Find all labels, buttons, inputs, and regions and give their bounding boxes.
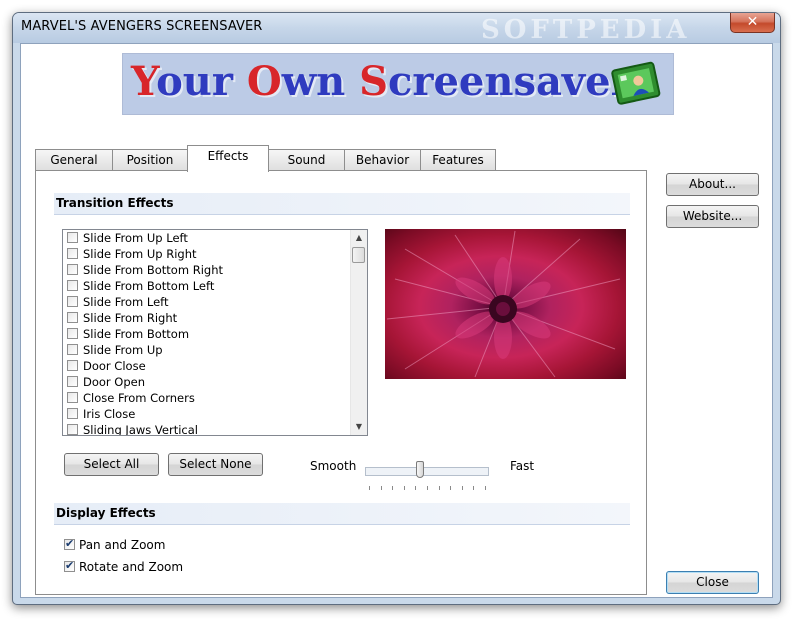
slider-tick xyxy=(427,486,428,490)
tab-general[interactable]: General xyxy=(35,149,113,171)
speed-fast-label: Fast xyxy=(510,459,535,473)
select-none-button[interactable]: Select None xyxy=(168,453,263,476)
tab-sound[interactable]: Sound xyxy=(268,149,345,171)
slider-tick xyxy=(380,486,382,490)
checkbox[interactable] xyxy=(67,264,78,275)
tab-position[interactable]: Position xyxy=(112,149,188,171)
screensaver-monitor-icon xyxy=(611,61,661,105)
effects-tab-panel: Transition Effects Slide From Up Left Sl… xyxy=(35,170,647,595)
checkbox[interactable] xyxy=(67,344,78,355)
list-item[interactable]: Slide From Bottom Right xyxy=(67,262,223,278)
slider-track xyxy=(365,467,489,476)
checkbox[interactable] xyxy=(67,424,78,435)
checkbox[interactable] xyxy=(67,376,78,387)
checkbox[interactable] xyxy=(67,280,78,291)
title-bar[interactable]: MARVEL'S AVENGERS SCREENSAVER SOFTPEDIA … xyxy=(13,13,780,45)
tab-behavior[interactable]: Behavior xyxy=(344,149,421,171)
screensaver-banner: Your Own Screensaver xyxy=(122,53,674,115)
checkbox[interactable] xyxy=(67,248,78,259)
slider-tick xyxy=(450,486,452,490)
slider-tick xyxy=(369,486,370,490)
slider-thumb[interactable] xyxy=(416,461,424,478)
banner-title: Your Own Screensaver xyxy=(131,58,632,105)
scroll-thumb[interactable] xyxy=(352,247,365,263)
slider-tick xyxy=(392,486,394,490)
tab-features[interactable]: Features xyxy=(420,149,496,171)
list-item[interactable]: Slide From Bottom xyxy=(67,326,189,342)
scroll-up-arrow-icon[interactable]: ▲ xyxy=(351,230,367,246)
display-effects-header: Display Effects xyxy=(54,503,630,525)
header-area: Your Own Screensaver xyxy=(21,44,772,136)
tab-effects[interactable]: Effects xyxy=(187,145,269,172)
checkbox[interactable] xyxy=(67,312,78,323)
list-item[interactable]: Iris Close xyxy=(67,406,135,422)
dahlia-flower-image xyxy=(386,230,621,378)
list-scrollbar[interactable]: ▲ ▼ xyxy=(350,230,367,435)
pan-zoom-checkbox[interactable] xyxy=(64,537,75,551)
checkbox[interactable] xyxy=(67,296,78,307)
slider-tick xyxy=(473,486,475,490)
rotate-zoom-checkbox[interactable] xyxy=(64,559,75,573)
dialog-client-area: Your Own Screensaver General Position Ef… xyxy=(20,43,773,598)
transition-effects-list[interactable]: Slide From Up Left Slide From Up Right S… xyxy=(62,229,368,436)
list-item[interactable]: Door Open xyxy=(67,374,145,390)
checkbox[interactable] xyxy=(67,328,78,339)
checkbox[interactable] xyxy=(67,232,78,243)
slider-tick xyxy=(403,486,405,490)
effect-preview-image xyxy=(385,229,626,379)
slider-tick xyxy=(415,486,417,490)
speed-smooth-label: Smooth xyxy=(310,459,357,473)
list-item[interactable]: Slide From Up Left xyxy=(67,230,188,246)
slider-tick xyxy=(438,486,440,490)
list-item[interactable]: Sliding Jaws Vertical xyxy=(67,422,198,435)
app-window: MARVEL'S AVENGERS SCREENSAVER SOFTPEDIA … xyxy=(12,12,781,605)
about-button[interactable]: About... xyxy=(666,173,759,196)
list-item[interactable]: Slide From Up Right xyxy=(67,246,197,262)
slider-tick xyxy=(461,486,463,490)
list-item[interactable]: Slide From Up xyxy=(67,342,163,358)
website-button[interactable]: Website... xyxy=(666,205,759,228)
softpedia-watermark: SOFTPEDIA xyxy=(481,15,691,45)
close-button[interactable]: Close xyxy=(666,571,759,594)
checkbox[interactable] xyxy=(67,360,78,371)
window-close-button[interactable]: ✕ xyxy=(730,13,775,33)
slider-tick xyxy=(485,486,486,490)
list-item[interactable]: Slide From Bottom Left xyxy=(67,278,214,294)
pan-zoom-option[interactable]: Pan and Zoom xyxy=(64,537,165,552)
list-item[interactable]: Slide From Right xyxy=(67,310,177,326)
transition-effects-header: Transition Effects xyxy=(54,193,630,215)
list-item[interactable]: Door Close xyxy=(67,358,146,374)
checkbox[interactable] xyxy=(67,392,78,403)
window-title: MARVEL'S AVENGERS SCREENSAVER xyxy=(21,19,263,34)
select-all-button[interactable]: Select All xyxy=(64,453,159,476)
rotate-zoom-option[interactable]: Rotate and Zoom xyxy=(64,559,183,574)
transition-speed-slider[interactable] xyxy=(365,459,489,499)
scroll-down-arrow-icon[interactable]: ▼ xyxy=(351,419,367,435)
list-item[interactable]: Close From Corners xyxy=(67,390,195,406)
checkbox[interactable] xyxy=(67,408,78,419)
list-item[interactable]: Slide From Left xyxy=(67,294,169,310)
